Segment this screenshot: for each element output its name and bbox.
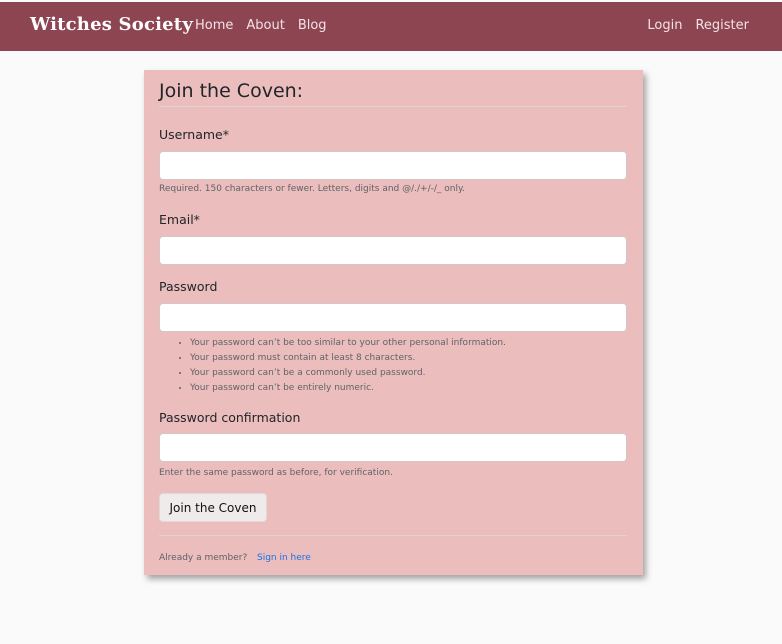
nav-link-about[interactable]: About — [246, 18, 284, 33]
email-label: Email* — [159, 212, 200, 227]
password-confirmation-input[interactable] — [159, 433, 627, 462]
nav-link-login[interactable]: Login — [647, 18, 682, 33]
navbar: Witches Society Home About Blog Login Re… — [0, 2, 782, 51]
username-label: Username* — [159, 127, 229, 142]
title-divider — [159, 106, 627, 107]
nav-right-links: Login Register — [647, 18, 749, 33]
sign-in-link[interactable]: Sign in here — [257, 553, 311, 563]
nav-left-links: Home About Blog — [195, 18, 327, 33]
password-confirmation-help-text: Enter the same password as before, for v… — [159, 468, 393, 478]
password-label: Password — [159, 279, 218, 294]
email-input[interactable] — [159, 236, 627, 265]
nav-link-register[interactable]: Register — [695, 18, 749, 33]
password-input[interactable] — [159, 303, 627, 332]
password-help-item: Your password can’t be a commonly used p… — [190, 366, 506, 381]
footer-divider — [159, 535, 627, 536]
username-help-text: Required. 150 characters or fewer. Lette… — [159, 184, 465, 194]
password-help-item: Your password must contain at least 8 ch… — [190, 351, 506, 366]
password-help-list: Your password can’t be too similar to yo… — [180, 336, 506, 396]
signup-card: Join the Coven: Username* Required. 150 … — [144, 70, 643, 575]
password-help-item: Your password can’t be entirely numeric. — [190, 381, 506, 396]
join-coven-button[interactable]: Join the Coven — [159, 493, 267, 522]
password-help-item: Your password can’t be too similar to yo… — [190, 336, 506, 351]
username-input[interactable] — [159, 151, 627, 180]
password-confirmation-label: Password confirmation — [159, 410, 301, 425]
already-member-text: Already a member? — [159, 553, 248, 563]
nav-link-home[interactable]: Home — [195, 18, 233, 33]
nav-link-blog[interactable]: Blog — [298, 18, 327, 33]
form-title: Join the Coven: — [159, 80, 304, 102]
brand-logo[interactable]: Witches Society — [30, 14, 193, 35]
